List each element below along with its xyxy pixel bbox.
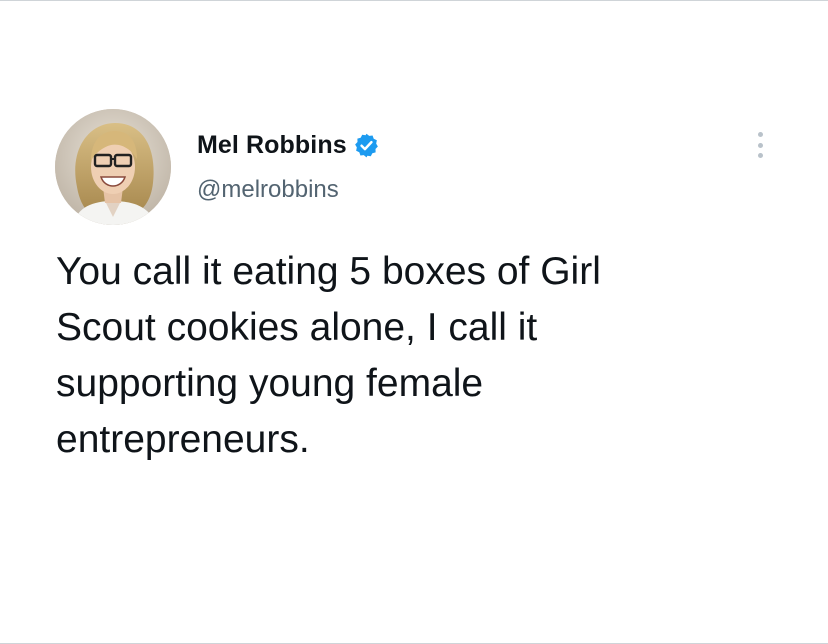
avatar-photo [55,109,171,225]
tweet-text-line: entrepreneurs. [56,418,310,461]
name-row: Mel Robbins [197,124,380,166]
tweet-card: Mel Robbins @melrobbins You call it eati… [0,0,828,644]
more-options-icon [757,153,763,158]
more-options-icon [757,132,763,137]
more-options-icon [757,142,763,148]
tweet-text-line: supporting young female [56,362,484,405]
display-name[interactable]: Mel Robbins [197,131,347,160]
tweet-text-line: You call it eating 5 boxes of Girl [56,250,601,293]
tweet-text-line: Scout cookies alone, I call it [56,306,538,349]
verified-badge-icon [353,132,380,159]
more-options-button[interactable] [748,129,772,161]
user-handle[interactable]: @melrobbins [197,176,380,204]
avatar[interactable] [55,109,171,225]
author-info: Mel Robbins @melrobbins [197,124,380,204]
tweet-text: You call it eating 5 boxes of Girl Scout… [56,244,776,468]
